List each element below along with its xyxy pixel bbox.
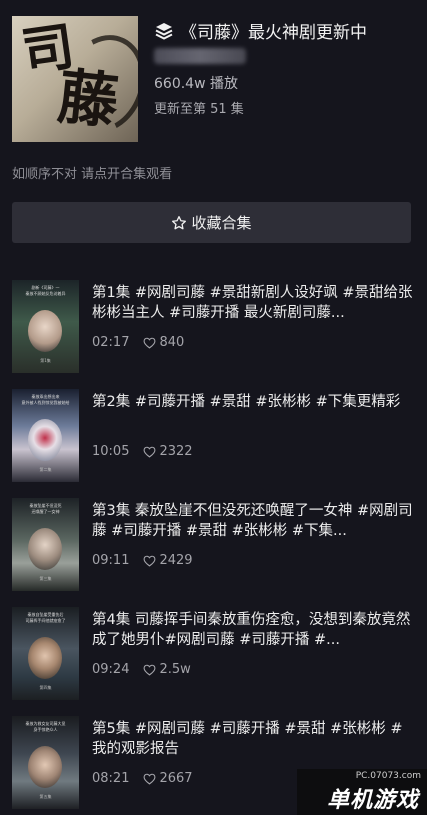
thumb-character-image (28, 637, 62, 679)
star-outline-icon (172, 215, 187, 229)
episode-description[interactable]: 第5集 #网剧司藤 #司藤开播 #景甜 #张彬彬 #我的观影报告 (92, 719, 415, 759)
episode-item[interactable]: 剧新《司藤》一 秦放不顾她反危诧着异 第1集 第1集 #网剧司藤 #景甜新剧人设… (12, 280, 417, 375)
collection-header: 司 藤 《司藤》最火神剧更新中 660.4w 播放 更新至第 51 集 (12, 16, 415, 144)
like-count: 2429 (159, 553, 193, 568)
blurred-author-name (154, 48, 246, 64)
collect-button-label: 收藏合集 (191, 214, 252, 232)
thumb-footer: 第三集 (39, 576, 52, 581)
episode-thumbnail[interactable]: 剧新《司藤》一 秦放不顾她反危诧着异 第1集 (12, 280, 79, 373)
heart-outline-icon (144, 555, 156, 567)
thumb-caption-line: 意外被人找到惊觉我被她给 (21, 400, 70, 405)
like-count-group: 2667 (143, 771, 193, 786)
thumb-footer: 第1集 (40, 358, 51, 363)
play-count: 660.4w 播放 (154, 76, 238, 92)
heart-outline-icon (144, 446, 156, 458)
episode-thumbnail[interactable]: 秦放为救女友司藤大显 身手惊艳众人 第五集 (12, 716, 79, 809)
episode-meta: 09:24 2.5w (92, 662, 191, 677)
episode-meta: 08:21 2667 (92, 771, 193, 786)
thumb-character-image (28, 419, 62, 461)
thumb-footer: 第四集 (39, 685, 52, 690)
episode-duration: 09:24 (92, 662, 130, 677)
episode-duration: 09:11 (92, 553, 130, 568)
watermark-url: PC.07073.com (355, 771, 421, 781)
episode-item[interactable]: 秦放自坠崖受重伤后 司藤挥手间他就痊愈了 第四集 第4集 司藤挥手间秦放重伤痊愈… (12, 607, 417, 702)
episode-meta: 10:05 2322 (92, 444, 193, 459)
episode-thumbnail[interactable]: 秦放坠崖不但没死 还唤醒了一女神 第三集 (12, 498, 79, 591)
like-count: 2667 (159, 771, 193, 786)
like-count: 2322 (159, 444, 193, 459)
episode-item[interactable]: 秦放坠崖不但没死 还唤醒了一女神 第三集 第3集 秦放坠崖不但没死还唤醒了一女神… (12, 498, 417, 593)
like-count: 2.5w (159, 662, 191, 677)
episode-duration: 10:05 (92, 444, 130, 459)
like-count-group: 2.5w (143, 662, 191, 677)
heart-outline-icon (144, 337, 156, 349)
episode-meta: 02:17 840 (92, 335, 184, 350)
episode-duration: 02:17 (92, 335, 130, 350)
collection-cover-image[interactable]: 司 藤 (12, 16, 138, 142)
episode-meta: 09:11 2429 (92, 553, 193, 568)
episode-thumbnail[interactable]: 秦放乘出想出来 意外被人找到惊觉我被她给 第二集 (12, 389, 79, 482)
cover-title-char-2: 藤 (54, 62, 122, 138)
collect-collection-button[interactable]: 收藏合集 (12, 202, 411, 243)
episode-description[interactable]: 第3集 秦放坠崖不但没死还唤醒了一女神 #网剧司藤 #司藤开播 #景甜 #张彬彬… (92, 501, 415, 541)
thumb-caption-line: 还唤醒了一女神 (31, 509, 60, 514)
update-status: 更新至第 51 集 (154, 102, 244, 117)
site-watermark: PC.07073.com 单机游戏 (297, 769, 427, 815)
like-count-group: 840 (143, 335, 184, 350)
collection-layers-icon (155, 22, 173, 40)
heart-outline-icon (144, 664, 156, 676)
like-count: 840 (159, 335, 185, 350)
heart-outline-icon (144, 773, 156, 785)
thumb-footer: 第五集 (39, 794, 52, 799)
collection-title: 《司藤》最火神剧更新中 (180, 23, 367, 43)
order-notice: 如顺序不对 请点开合集观看 (12, 167, 173, 182)
episode-description[interactable]: 第4集 司藤挥手间秦放重伤痊愈，没想到秦放竟然成了她男仆#网剧司藤 #司藤开播 … (92, 610, 415, 650)
title-row: 《司藤》最火神剧更新中 (154, 18, 367, 43)
thumb-character-image (28, 746, 62, 788)
episode-item[interactable]: 秦放乘出想出来 意外被人找到惊觉我被她给 第二集 第2集 #司藤开播 #景甜 #… (12, 389, 417, 484)
watermark-text: 单机游戏 (326, 788, 419, 813)
like-count-group: 2322 (143, 444, 193, 459)
thumb-caption-line: 司藤挥手间他就痊愈了 (25, 618, 66, 623)
episode-description[interactable]: 第2集 #司藤开播 #景甜 #张彬彬 #下集更精彩 (92, 392, 415, 412)
episode-thumbnail[interactable]: 秦放自坠崖受重伤后 司藤挥手间他就痊愈了 第四集 (12, 607, 79, 700)
thumb-footer: 第二集 (39, 467, 52, 472)
thumb-character-image (28, 310, 62, 352)
episode-description[interactable]: 第1集 #网剧司藤 #景甜新剧人设好飒 #景甜给张彬彬当主人 #司藤开播 最火新… (92, 283, 415, 323)
like-count-group: 2429 (143, 553, 193, 568)
thumb-caption-line: 秦放不顾她反危诧着异 (25, 291, 66, 296)
thumb-caption-line: 身手惊艳众人 (33, 727, 58, 732)
thumb-character-image (28, 528, 62, 570)
episode-duration: 08:21 (92, 771, 130, 786)
